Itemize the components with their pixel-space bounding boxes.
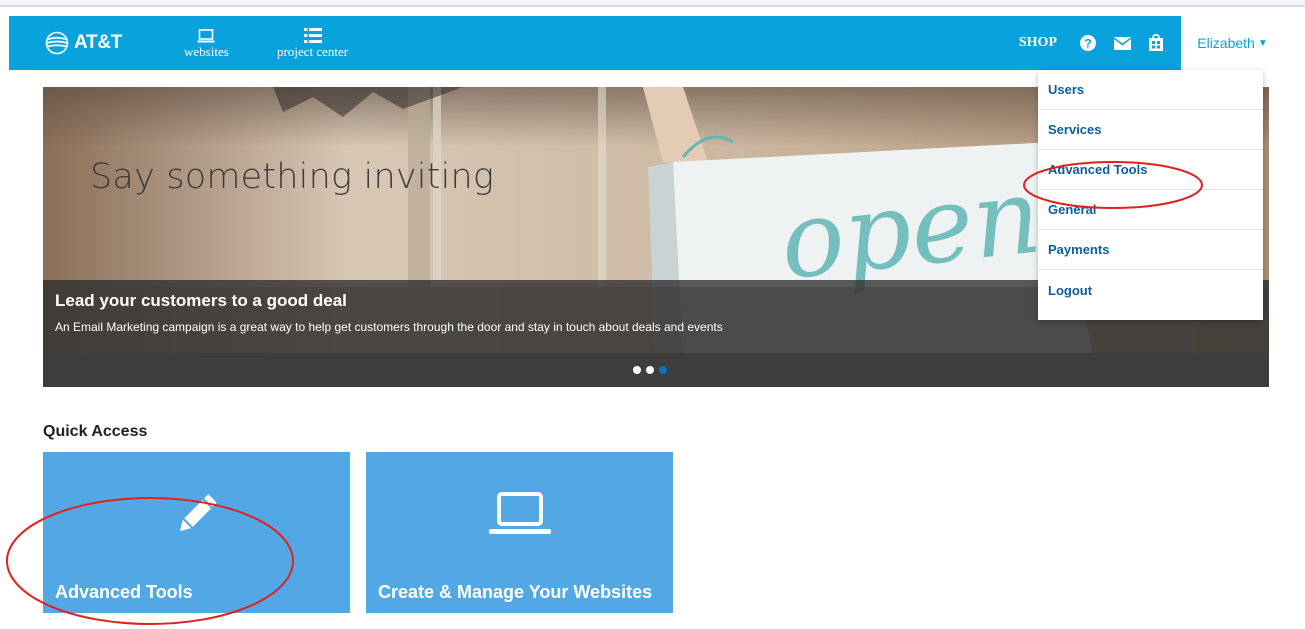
att-globe-icon xyxy=(45,31,69,55)
brand-name: AT&T xyxy=(74,32,123,53)
carousel-indicator-bar xyxy=(43,353,1269,387)
header-right: SHOP ? Elizabeth ▼ xyxy=(1019,16,1284,70)
menu-item-advanced-tools[interactable]: Advanced Tools xyxy=(1038,150,1263,190)
help-icon[interactable]: ? xyxy=(1079,34,1097,52)
nav-websites-label: websites xyxy=(184,44,229,59)
mail-icon[interactable] xyxy=(1113,34,1131,52)
tile-advanced-tools[interactable]: Advanced Tools xyxy=(43,452,350,613)
nav-websites[interactable]: websites xyxy=(184,22,229,60)
menu-item-payments[interactable]: Payments xyxy=(1038,230,1263,270)
page: AT&T websites project center SHOP ? Eliz… xyxy=(0,0,1305,629)
caption-title: Lead your customers to a good deal xyxy=(55,291,347,310)
user-dropdown-menu: Users Services Advanced Tools General Pa… xyxy=(1038,70,1263,320)
menu-item-general[interactable]: General xyxy=(1038,190,1263,230)
user-name: Elizabeth xyxy=(1197,35,1255,51)
carousel-dot-1[interactable] xyxy=(633,366,641,374)
svg-text:?: ? xyxy=(1084,37,1091,51)
tile-create-manage-websites[interactable]: Create & Manage Your Websites xyxy=(366,452,673,613)
menu-item-users[interactable]: Users xyxy=(1038,70,1263,110)
tile-advanced-tools-label: Advanced Tools xyxy=(55,582,193,602)
att-logo[interactable]: AT&T xyxy=(45,30,122,56)
quick-access-heading: Quick Access xyxy=(43,423,148,440)
store-icon[interactable] xyxy=(1147,34,1165,52)
shop-link[interactable]: SHOP xyxy=(1019,35,1057,51)
carousel-dot-2[interactable] xyxy=(646,366,654,374)
caption-text: An Email Marketing campaign is a great w… xyxy=(55,320,723,334)
tile-create-manage-websites-label: Create & Manage Your Websites xyxy=(378,582,653,602)
carousel-dot-3[interactable] xyxy=(659,366,667,374)
nav-project-center[interactable]: project center xyxy=(277,22,348,60)
caret-down-icon: ▼ xyxy=(1257,37,1268,49)
pencil-icon xyxy=(43,490,350,538)
menu-item-services[interactable]: Services xyxy=(1038,110,1263,150)
carousel-dots xyxy=(633,366,672,374)
browser-top-edge xyxy=(0,0,1305,7)
hero-title: Say something inviting xyxy=(90,157,495,197)
laptop-icon xyxy=(366,490,673,538)
list-icon xyxy=(303,22,322,44)
laptop-icon xyxy=(197,22,215,44)
nav-project-center-label: project center xyxy=(277,44,349,59)
menu-item-logout[interactable]: Logout xyxy=(1038,270,1263,310)
user-menu-toggle[interactable]: Elizabeth ▼ xyxy=(1181,16,1284,70)
top-navbar: AT&T websites project center SHOP ? Eliz… xyxy=(9,16,1284,70)
